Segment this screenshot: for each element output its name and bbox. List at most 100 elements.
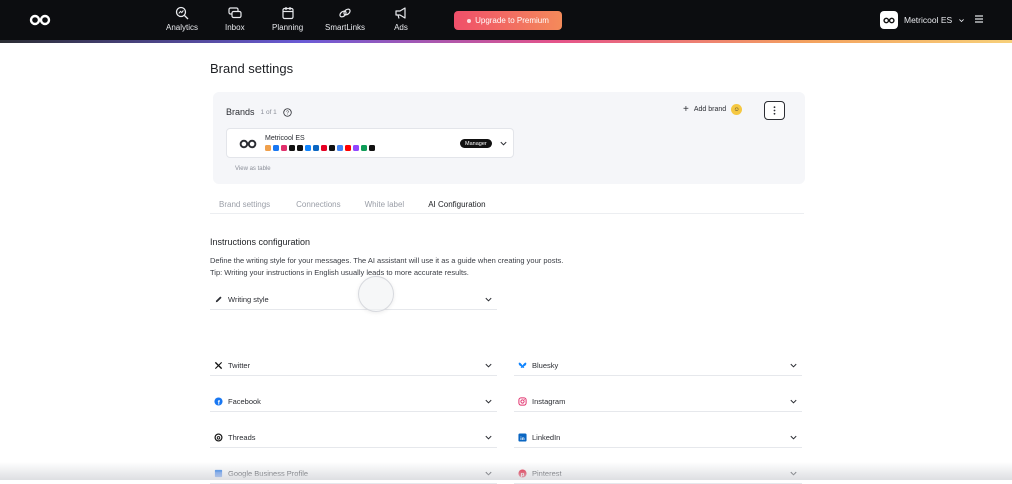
network-mini-icon (313, 145, 319, 151)
hamburger-menu-icon[interactable] (974, 14, 984, 24)
pinterest-accordion[interactable]: p Pinterest (514, 463, 802, 484)
google-business-icon (214, 469, 223, 477)
network-mini-icon (353, 145, 359, 151)
pinterest-icon: p (518, 468, 527, 478)
twitter-accordion[interactable]: Twitter (210, 355, 497, 376)
linkedin-label: LinkedIn (532, 432, 561, 442)
mascot-icon: ☺ (731, 104, 743, 115)
google-business-profile-accordion[interactable]: Google Business Profile (210, 463, 497, 484)
brand-logo-icon (239, 139, 257, 149)
metricool-logo-icon[interactable] (29, 12, 51, 28)
nav-planning[interactable]: Planning (272, 6, 303, 36)
nav-inbox-label: Inbox (225, 23, 245, 32)
gradient-divider (0, 40, 1012, 43)
svg-text:in: in (520, 436, 524, 442)
section-title: Instructions configuration (210, 237, 311, 247)
writing-style-label: Writing style (228, 294, 269, 304)
linkedin-accordion[interactable]: in LinkedIn (514, 427, 802, 448)
upgrade-to-premium-button[interactable]: Upgrade to Premium (454, 11, 562, 30)
chevron-down-icon (485, 435, 492, 440)
nav-analytics-label: Analytics (166, 23, 199, 32)
chevron-down-icon (790, 435, 797, 440)
click-indicator (358, 276, 394, 312)
tab-brand-settings[interactable]: Brand settings (210, 196, 279, 214)
view-as-table-link[interactable]: View as table (235, 166, 271, 172)
nav-planning-label: Planning (272, 23, 304, 32)
threads-icon (214, 432, 223, 442)
tabs-divider (210, 213, 804, 214)
instagram-accordion[interactable]: Instagram (514, 391, 802, 412)
nav-ads-label: Ads (394, 23, 408, 32)
tab-connections[interactable]: Connections (287, 196, 349, 214)
google-business-profile-label: Google Business Profile (228, 468, 309, 478)
nav-smartlinks[interactable]: SmartLinks (325, 6, 365, 36)
add-brand-button[interactable]: + Add brand ☺ (683, 104, 743, 115)
bluesky-accordion[interactable]: Bluesky (514, 355, 802, 376)
brands-title: Brands (226, 107, 255, 117)
pencil-icon (215, 295, 222, 302)
chevron-down-icon (790, 471, 797, 476)
instagram-label: Instagram (532, 396, 566, 406)
link-icon (339, 8, 351, 18)
linkedin-icon: in (518, 432, 527, 442)
brand-name: Metricool ES (265, 135, 305, 142)
add-brand-label: Add brand (693, 106, 727, 113)
threads-accordion[interactable]: Threads (210, 427, 497, 448)
x-twitter-icon (214, 361, 223, 369)
chevron-down-icon (485, 471, 492, 476)
nav-analytics[interactable]: Analytics (166, 6, 198, 36)
brand-card[interactable]: Metricool ES Manager (226, 128, 514, 158)
twitter-label: Twitter (228, 360, 251, 370)
chevron-down-icon (959, 18, 965, 22)
analytics-icon (175, 6, 189, 20)
pinterest-label: Pinterest (532, 468, 562, 478)
account-switcher[interactable]: Metricool ES (880, 11, 965, 29)
megaphone-icon (395, 7, 406, 19)
network-mini-icon (369, 145, 375, 151)
network-mini-icon (361, 145, 367, 151)
metricool-logo-icon (883, 17, 895, 23)
chevron-down-icon[interactable] (499, 139, 508, 148)
role-badge: Manager (460, 139, 492, 148)
connected-networks-icons (265, 145, 375, 151)
top-navigation-bar: Analytics Inbox Planning SmartLinks Ads … (0, 0, 1012, 40)
chevron-down-icon (485, 399, 492, 404)
chevron-down-icon (485, 297, 492, 302)
bottom-fade (0, 462, 1012, 480)
network-mini-icon (329, 145, 335, 151)
account-avatar (880, 11, 898, 29)
svg-text:p: p (521, 472, 525, 478)
facebook-accordion[interactable]: f Facebook (210, 391, 497, 412)
brands-more-options-button[interactable] (764, 101, 785, 120)
bluesky-label: Bluesky (532, 360, 559, 370)
chevron-down-icon (790, 363, 797, 368)
brands-header: Brands 1 of 1 ? (226, 107, 292, 117)
svg-text:?: ? (286, 110, 289, 116)
settings-tabs: Brand settings Connections White label A… (210, 196, 495, 214)
facebook-icon: f (214, 396, 223, 406)
kebab-menu-icon (773, 106, 776, 115)
tab-ai-configuration[interactable]: AI Configuration (419, 196, 495, 214)
inbox-icon (228, 7, 242, 19)
chevron-down-icon (485, 363, 492, 368)
network-mini-icon (345, 145, 351, 151)
writing-style-accordion[interactable]: Writing style (210, 289, 497, 310)
page-title: Brand settings (210, 61, 294, 76)
help-icon[interactable]: ? (283, 107, 292, 117)
nav-smartlinks-label: SmartLinks (325, 23, 366, 32)
network-mini-icon (337, 145, 343, 151)
tip-text: Tip: Writing your instructions in Englis… (210, 268, 469, 277)
network-mini-icon (297, 145, 303, 151)
tab-white-label[interactable]: White label (356, 196, 414, 214)
threads-label: Threads (228, 432, 256, 442)
brands-panel: Brands 1 of 1 ? + Add brand ☺ Metricool … (213, 92, 805, 184)
network-mini-icon (265, 145, 271, 151)
network-mini-icon (281, 145, 287, 151)
calendar-icon (281, 7, 294, 20)
network-mini-icon (289, 145, 295, 151)
instagram-icon (518, 396, 527, 406)
sparkle-icon (467, 18, 472, 23)
account-name: Metricool ES (904, 15, 953, 25)
nav-inbox[interactable]: Inbox (225, 6, 245, 36)
nav-ads[interactable]: Ads (394, 6, 408, 36)
